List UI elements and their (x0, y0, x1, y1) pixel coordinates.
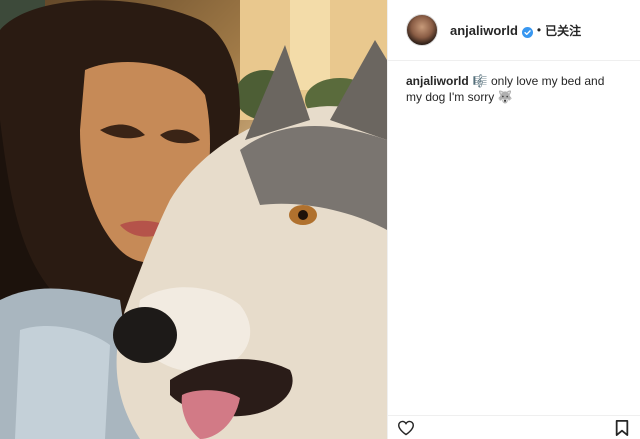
wolf-emoji: 🐺 (497, 90, 513, 104)
avatar[interactable] (406, 14, 438, 46)
post-side-panel: anjaliworld • 已关注 anjaliworld 🎼 only love… (387, 0, 640, 439)
music-emoji: 🎼 (472, 74, 488, 88)
bookmark-icon[interactable] (612, 418, 632, 438)
post-photo[interactable] (0, 0, 387, 439)
separator-dot: • (536, 23, 542, 37)
post-header: anjaliworld • 已关注 (388, 0, 640, 61)
post-caption: anjaliworld 🎼 only love my bed and my dog… (388, 61, 640, 117)
username-link[interactable]: anjaliworld (450, 23, 518, 38)
verified-badge-icon (521, 25, 533, 38)
post-actions (388, 415, 640, 439)
caption-username-link[interactable]: anjaliworld (406, 74, 469, 88)
photo-illustration (0, 0, 387, 439)
post-container: anjaliworld • 已关注 anjaliworld 🎼 only love… (0, 0, 640, 439)
heart-icon[interactable] (396, 418, 416, 438)
following-button[interactable]: 已关注 (545, 22, 581, 39)
